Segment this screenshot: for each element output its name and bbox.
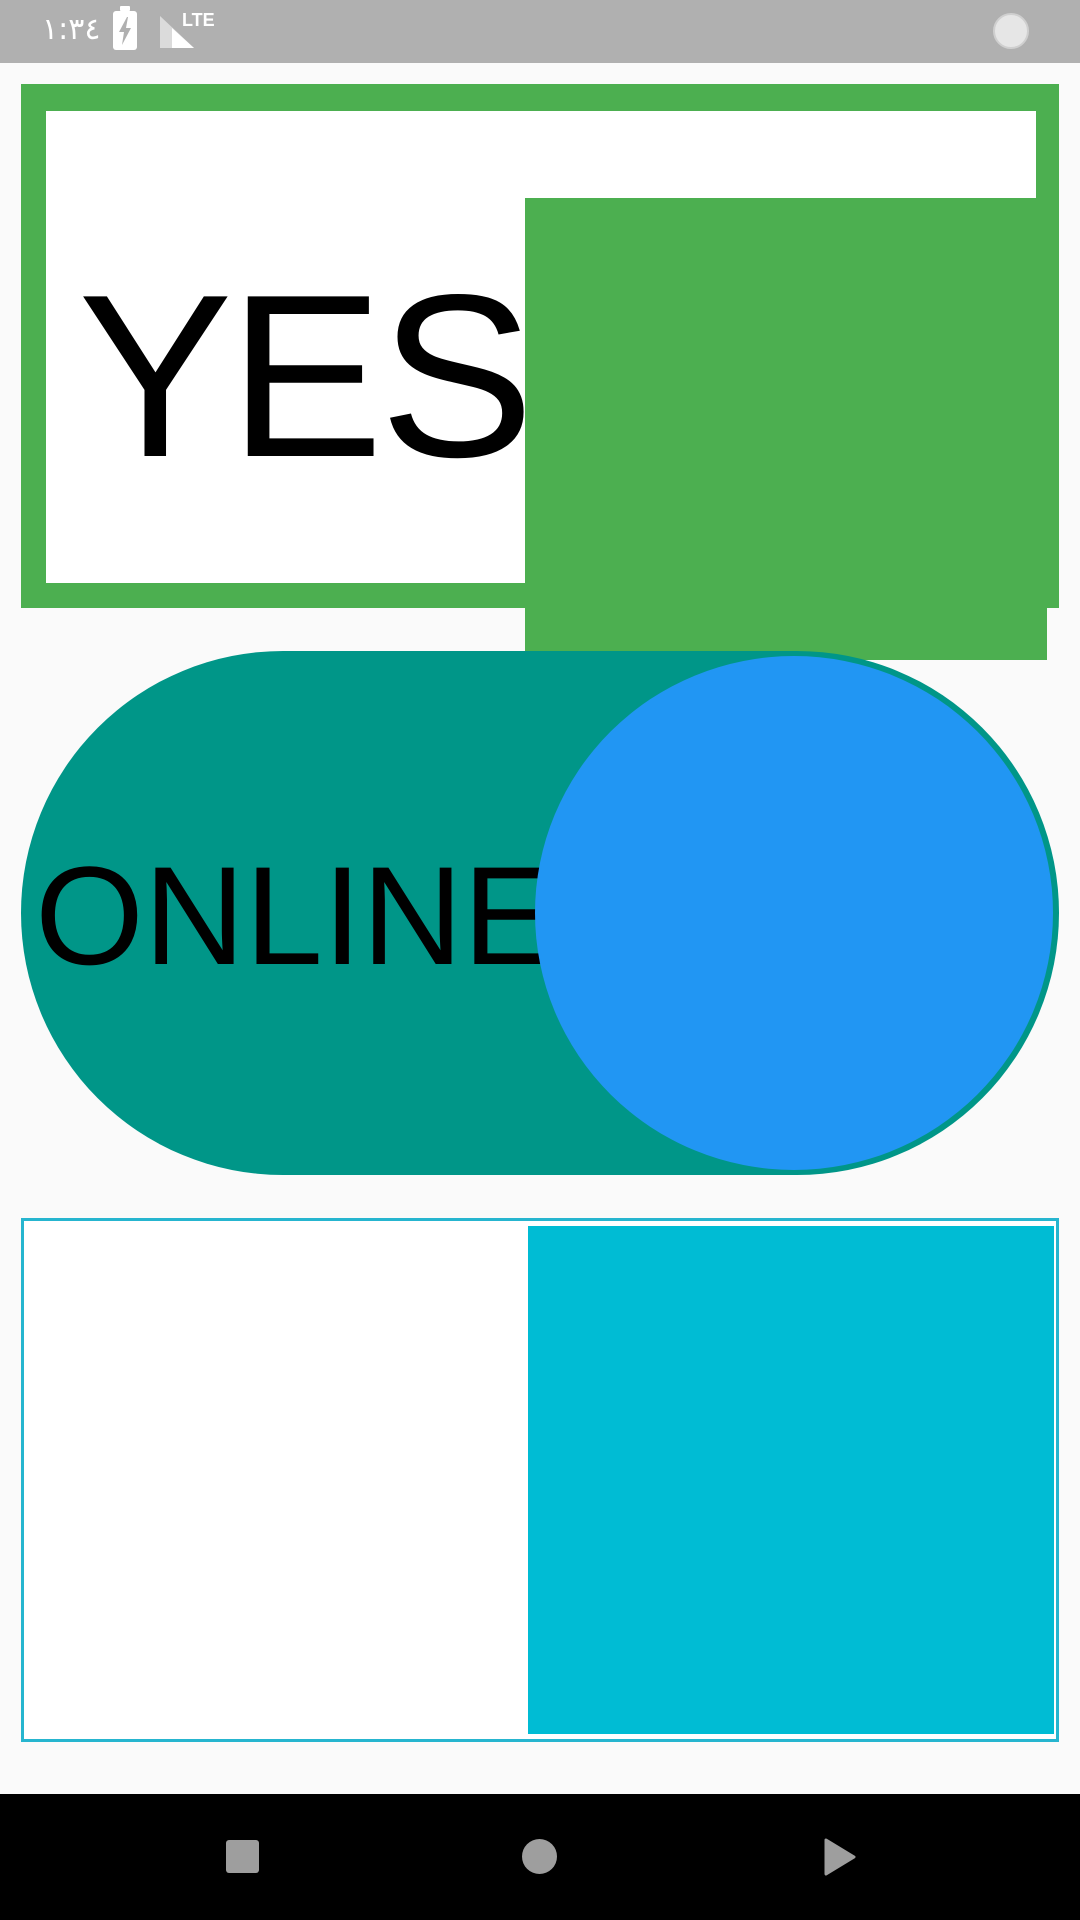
yes-toggle[interactable]: YES bbox=[21, 84, 1059, 660]
online-toggle-knob[interactable] bbox=[535, 656, 1053, 1170]
home-circle-icon[interactable] bbox=[522, 1839, 557, 1874]
lightning-bolt-icon bbox=[119, 17, 131, 45]
yes-toggle-label: YES bbox=[78, 247, 534, 506]
online-toggle-label: ONLINE bbox=[35, 837, 557, 994]
status-bar: ١:٣٤ LTE bbox=[0, 0, 1080, 63]
recents-square-icon[interactable] bbox=[226, 1840, 259, 1873]
navigation-bar bbox=[0, 1794, 1080, 1920]
blank-toggle-knob[interactable] bbox=[528, 1226, 1054, 1734]
yes-toggle-knob[interactable] bbox=[525, 198, 1047, 660]
back-triangle-icon[interactable] bbox=[824, 1838, 856, 1876]
blank-toggle[interactable] bbox=[21, 1218, 1059, 1742]
notification-dot-icon bbox=[993, 13, 1029, 49]
battery-charging-icon bbox=[113, 6, 137, 50]
online-toggle[interactable]: ONLINE bbox=[21, 651, 1059, 1175]
screen: ١:٣٤ LTE YES ONLINE bbox=[0, 0, 1080, 1920]
network-type-label: LTE bbox=[182, 10, 215, 30]
status-time: ١:٣٤ bbox=[42, 12, 101, 47]
